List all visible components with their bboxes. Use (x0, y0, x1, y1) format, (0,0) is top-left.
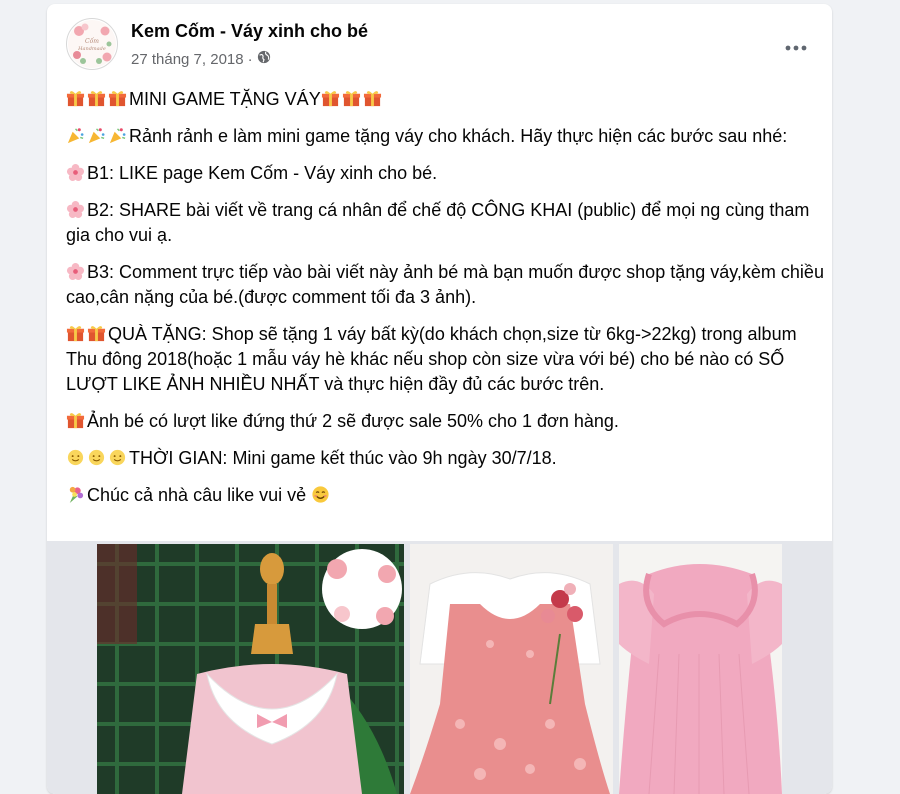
step-1-text: B1: LIKE page Kem Cốm - Váy xinh cho bé. (87, 163, 438, 183)
intro-text: Rảnh rảnh e làm mini game tặng váy cho k… (129, 126, 788, 146)
more-options-button[interactable] (778, 30, 814, 66)
page-avatar[interactable]: Cốm Handmade (66, 18, 118, 70)
cherry-blossom-icon (66, 262, 87, 282)
more-horizontal-icon (785, 45, 807, 51)
time-line: THỜI GIAN: Mini game kết thúc vào 9h ngà… (66, 446, 826, 471)
step-2-line: B2: SHARE bài viết về trang cá nhân để c… (66, 198, 826, 248)
second-prize-text: Ảnh bé có lượt like đứng thứ 2 sẽ được s… (87, 411, 619, 431)
gift-icon (321, 89, 342, 109)
intro-line: Rảnh rảnh e làm mini game tặng váy cho k… (66, 124, 826, 149)
gift-icon (87, 324, 108, 344)
party-popper-icon (87, 126, 108, 146)
gift-icon (66, 324, 87, 344)
post-date-link[interactable]: 27 tháng 7, 2018 (131, 51, 244, 68)
avatar-logo-line2: Handmade (77, 46, 106, 52)
gift-icon (87, 89, 108, 109)
party-popper-icon (108, 126, 129, 146)
title-text: MINI GAME TẶNG VÁY (129, 89, 321, 109)
gift-icon (66, 411, 87, 431)
post-header: Cốm Handmade Kem Cốm - Váy xinh cho bé 2… (47, 4, 832, 74)
cherry-blossom-icon (66, 200, 87, 220)
sun-face-icon (108, 448, 129, 468)
gift-icon (108, 89, 129, 109)
step-3-text: B3: Comment trực tiếp vào bài viết này ả… (66, 262, 824, 307)
globe-icon[interactable] (257, 50, 271, 68)
post-meta: 27 tháng 7, 2018 · (131, 50, 271, 68)
gift-icon (363, 89, 384, 109)
wish-line: Chúc cả nhà câu like vui vẻ (66, 483, 826, 508)
gift-icon (66, 89, 87, 109)
cherry-blossom-icon (66, 163, 87, 183)
step-2-text: B2: SHARE bài viết về trang cá nhân để c… (66, 200, 810, 245)
gift-text: QUÀ TẶNG: Shop sẽ tặng 1 váy bất kỳ(do k… (66, 324, 797, 394)
step-1-line: B1: LIKE page Kem Cốm - Váy xinh cho bé. (66, 161, 826, 186)
photo-floral-dress[interactable] (410, 544, 613, 794)
sun-face-icon (87, 448, 108, 468)
gift-line: QUÀ TẶNG: Shop sẽ tặng 1 váy bất kỳ(do k… (66, 322, 826, 397)
page-name-link[interactable]: Kem Cốm - Váy xinh cho bé (131, 21, 368, 42)
photo-grid (47, 541, 832, 794)
bouquet-icon (66, 485, 87, 505)
post-title-line: MINI GAME TẶNG VÁY (66, 87, 826, 112)
sun-face-icon (66, 448, 87, 468)
wish-text: Chúc cả nhà câu like vui vẻ (87, 485, 307, 505)
step-3-line: B3: Comment trực tiếp vào bài viết này ả… (66, 260, 826, 310)
time-text: THỜI GIAN: Mini game kết thúc vào 9h ngà… (129, 448, 557, 468)
gift-icon (342, 89, 363, 109)
post-text: MINI GAME TẶNG VÁY Rảnh rảnh e làm mini … (66, 87, 826, 520)
avatar-logo-line1: Cốm (85, 38, 99, 45)
photo-pink-dress[interactable] (619, 544, 782, 794)
second-prize-line: Ảnh bé có lượt like đứng thứ 2 sẽ được s… (66, 409, 826, 434)
photo-dress-mannequin[interactable] (97, 544, 404, 794)
smiling-face-icon (311, 485, 332, 505)
post-card: Cốm Handmade Kem Cốm - Váy xinh cho bé 2… (47, 4, 832, 794)
party-popper-icon (66, 126, 87, 146)
